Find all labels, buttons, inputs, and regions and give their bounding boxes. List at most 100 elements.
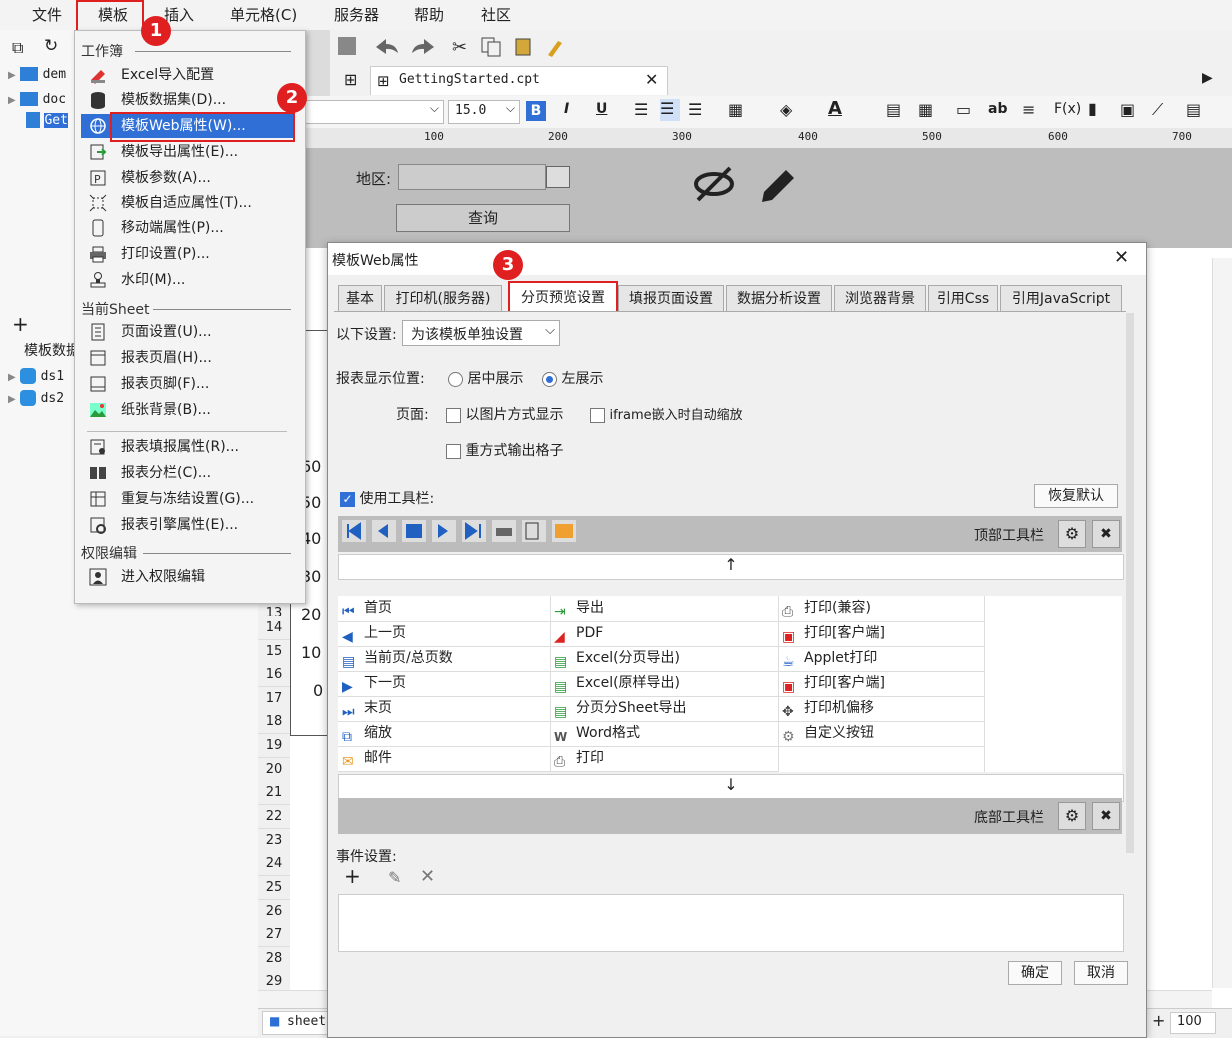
- toolbar-btn-custom[interactable]: ⚙ 自定义按钮: [778, 721, 984, 747]
- region-input[interactable]: [398, 164, 546, 190]
- checkbox-grid-output[interactable]: 重方式输出格子: [446, 440, 563, 460]
- toolbar-btn-print-client2[interactable]: ▣ 打印[客户端]: [778, 671, 984, 697]
- align-right-icon[interactable]: ☰: [688, 100, 702, 119]
- gear-icon[interactable]: ⚙: [1058, 802, 1086, 830]
- toolbar-btn-pdf[interactable]: ◢ PDF: [550, 621, 778, 647]
- textbox-icon[interactable]: ▭: [956, 100, 971, 119]
- toolbar-btn-print-client[interactable]: ▣ 打印[客户端]: [778, 621, 984, 647]
- toolbar-btn-print[interactable]: ⎙ 打印: [550, 746, 778, 772]
- menu-cell[interactable]: 单元格(C): [230, 0, 297, 30]
- toolbar-btn-page-count[interactable]: ▤ 当前页/总页数: [338, 646, 550, 672]
- menu-community[interactable]: 社区: [481, 0, 511, 30]
- menu-item-header[interactable]: 报表页眉(H)...: [81, 346, 293, 370]
- event-list[interactable]: [338, 894, 1124, 952]
- menu-item-excel-import[interactable]: Excel导入配置: [81, 63, 293, 87]
- toolbar-btn-excel-original[interactable]: ▤ Excel(原样导出): [550, 671, 778, 697]
- border-icon[interactable]: ▦: [728, 100, 743, 119]
- row-number[interactable]: 28: [258, 947, 290, 971]
- chart-icon[interactable]: ▮: [1088, 99, 1097, 118]
- menu-item-permission-edit[interactable]: 进入权限编辑: [81, 565, 293, 589]
- font-size-select[interactable]: 15.0 ⌵: [448, 100, 520, 124]
- menu-item-adaptive[interactable]: 模板自适应属性(T)...: [81, 191, 293, 215]
- row-number[interactable]: 24: [258, 852, 290, 876]
- text-icon[interactable]: ab: [988, 101, 1007, 117]
- row-number[interactable]: 17: [258, 687, 290, 711]
- toolbar-btn-first[interactable]: ⏮ 首页: [338, 596, 550, 622]
- tab-javascript[interactable]: 引用JavaScript: [1000, 285, 1122, 312]
- tree-item[interactable]: ▶ dem: [8, 66, 66, 82]
- refresh-icon[interactable]: ↻: [44, 36, 58, 56]
- tab-data-analysis[interactable]: 数据分析设置: [726, 285, 832, 312]
- checkbox-image-display[interactable]: 以图片方式显示: [446, 404, 563, 424]
- tab-basic[interactable]: 基本: [338, 285, 382, 312]
- zoom-input[interactable]: 100: [1170, 1012, 1216, 1034]
- menu-item-datasets[interactable]: 模板数据集(D)...: [81, 88, 293, 112]
- dataset-item[interactable]: ▶ ds1: [8, 368, 64, 384]
- row-number[interactable]: 15: [258, 640, 290, 664]
- query-button[interactable]: 查询: [396, 204, 570, 232]
- align-center-icon[interactable]: ☰: [660, 99, 680, 121]
- tab-browser-background[interactable]: 浏览器背景: [834, 285, 926, 312]
- dataset-item[interactable]: ▶ ds2: [8, 390, 64, 406]
- tab-printer-server[interactable]: 打印机(服务器): [384, 285, 502, 312]
- toolbar-btn-last[interactable]: ⏭ 末页: [338, 696, 550, 722]
- row-number[interactable]: 21: [258, 781, 290, 805]
- gear-icon[interactable]: ⚙: [1058, 520, 1086, 548]
- row-number[interactable]: 22: [258, 805, 290, 829]
- menu-server[interactable]: 服务器: [334, 0, 379, 30]
- close-icon[interactable]: ✖: [1092, 520, 1120, 548]
- toolbar-btn-email[interactable]: ✉ 邮件: [338, 746, 550, 772]
- toolbar-btn-applet-print[interactable]: ☕ Applet打印: [778, 646, 984, 672]
- toolbar-btn-zoom[interactable]: ⧉ 缩放: [338, 721, 550, 747]
- tree-item[interactable]: Get: [26, 112, 68, 128]
- toolbar-btn-printer-offset[interactable]: ✥ 打印机偏移: [778, 696, 984, 722]
- row-number[interactable]: 18: [258, 710, 290, 734]
- radio-center[interactable]: 居中展示: [448, 368, 523, 388]
- tab-page-preview[interactable]: 分页预览设置: [508, 281, 618, 314]
- restore-default-button[interactable]: 恢复默认: [1034, 484, 1118, 508]
- cancel-button[interactable]: 取消: [1074, 961, 1128, 985]
- menu-item-print-settings[interactable]: 打印设置(P)...: [81, 242, 293, 266]
- zoom-in-icon[interactable]: +: [1152, 1011, 1165, 1030]
- font-family-select[interactable]: ⌵: [302, 100, 444, 124]
- menu-file[interactable]: 文件: [32, 0, 62, 30]
- font-color-icon[interactable]: A: [828, 98, 842, 119]
- image-icon[interactable]: ▣: [1120, 100, 1135, 119]
- settings-select[interactable]: 为该模板单独设置 ⌵: [402, 320, 560, 346]
- underline-icon[interactable]: U: [596, 101, 607, 117]
- menu-item-footer[interactable]: 报表页脚(F)...: [81, 372, 293, 396]
- tab-gettingstarted[interactable]: ⊞ GettingStarted.cpt ✕: [370, 66, 668, 95]
- menu-item-page-setup[interactable]: 页面设置(U)...: [81, 320, 293, 344]
- ok-button[interactable]: 确定: [1008, 961, 1062, 985]
- tree-item[interactable]: ▶ doc: [8, 91, 66, 107]
- dropdown-icon[interactable]: [546, 166, 570, 188]
- grid-icon[interactable]: ⊞: [344, 70, 357, 89]
- toolbar-btn-word[interactable]: W Word格式: [550, 721, 778, 747]
- row-number[interactable]: 14: [258, 616, 290, 640]
- move-up-arrow-icon[interactable]: ↑: [338, 554, 1124, 580]
- menu-item-parameters[interactable]: P 模板参数(A)...: [81, 166, 293, 190]
- close-icon[interactable]: ✖: [1092, 802, 1120, 830]
- delete-event-icon[interactable]: ✕: [420, 866, 435, 887]
- radio-left[interactable]: 左展示: [542, 368, 603, 388]
- add-dataset-icon[interactable]: +: [12, 312, 29, 336]
- menu-item-columns[interactable]: 报表分栏(C)...: [81, 461, 293, 485]
- italic-icon[interactable]: I: [564, 101, 569, 117]
- edit-event-icon[interactable]: ✎: [388, 868, 401, 887]
- menu-item-paper-background[interactable]: 纸张背景(B)...: [81, 398, 293, 422]
- formula-icon[interactable]: F(x): [1054, 101, 1081, 117]
- add-event-icon[interactable]: +: [344, 864, 361, 888]
- row-number[interactable]: 25: [258, 876, 290, 900]
- row-number[interactable]: 27: [258, 923, 290, 947]
- menu-item-repeat-freeze[interactable]: 重复与冻结设置(G)...: [81, 487, 293, 511]
- slash-icon[interactable]: ⟋: [1152, 100, 1163, 120]
- checkbox-use-toolbar[interactable]: ✓ 使用工具栏:: [340, 488, 434, 508]
- bold-icon[interactable]: B: [526, 101, 546, 121]
- menu-help[interactable]: 帮助: [414, 0, 444, 30]
- close-tab-icon[interactable]: ✕: [645, 70, 658, 89]
- menu-item-mobile[interactable]: 移动端属性(P)...: [81, 216, 293, 240]
- dialog-scrollbar[interactable]: [1126, 313, 1134, 853]
- merge-icon[interactable]: ▤: [886, 100, 901, 119]
- richtext-icon[interactable]: ≡: [1022, 100, 1035, 119]
- toolbar-btn-excel-page[interactable]: ▤ Excel(分页导出): [550, 646, 778, 672]
